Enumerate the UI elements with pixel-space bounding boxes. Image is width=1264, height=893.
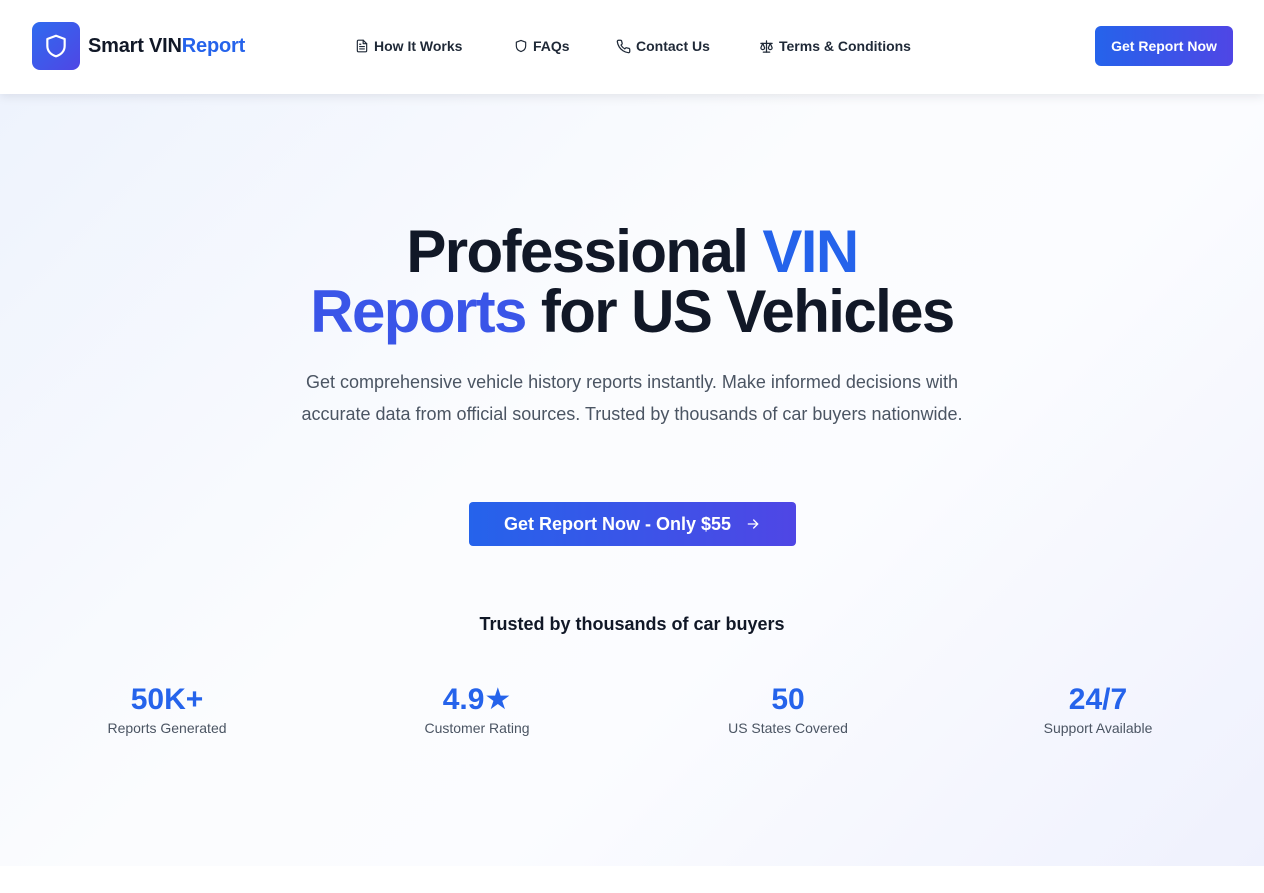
stat-support-available: 24/7 Support Available (978, 684, 1218, 738)
hero-headline: Professional VIN Reports for US Vehicles (0, 222, 1264, 342)
logo-text: Smart VINReport (88, 35, 245, 58)
stat-reports-generated: 50K+ Reports Generated (47, 684, 287, 738)
document-icon (356, 39, 368, 53)
arrow-right-icon (745, 516, 761, 532)
logo-link[interactable]: Smart VINReport (32, 22, 245, 70)
nav-faqs-label: FAQs (533, 38, 570, 54)
stat-label: Reports Generated (107, 720, 227, 736)
stat-label: Customer Rating (424, 720, 530, 736)
shield-icon (32, 22, 80, 70)
get-report-hero-button[interactable]: Get Report Now - Only $55 (469, 502, 796, 546)
hero-subtext: Get comprehensive vehicle history report… (301, 372, 963, 424)
scale-icon (760, 39, 773, 53)
stat-label: US States Covered (728, 720, 848, 736)
stat-label: Support Available (1043, 720, 1153, 736)
logo-text-part1: Smart VIN (88, 34, 182, 57)
stat-value: 50K+ (130, 683, 204, 716)
nav-how-it-works-label: How It Works (374, 38, 463, 54)
stat-value: 50 (771, 683, 805, 716)
nav-how-it-works[interactable]: How It Works (355, 36, 462, 56)
trusted-heading: Trusted by thousands of car buyers (479, 614, 785, 634)
stat-us-states-covered: 50 US States Covered (668, 684, 908, 738)
get-report-header-button[interactable]: Get Report Now (1095, 26, 1233, 66)
phone-icon (616, 39, 631, 53)
nav-terms-conditions[interactable]: Terms & Conditions (759, 36, 911, 56)
headline-part2: VIN (762, 218, 859, 285)
logo-text-part2: Report (181, 34, 246, 57)
headline-part1: Professional (406, 218, 763, 285)
headline-part4: for US Vehicles (525, 278, 955, 345)
hero-cta-label: Get Report Now - Only $55 (503, 513, 732, 534)
nav-contact-us-label: Contact Us (636, 38, 710, 54)
shield-icon (515, 39, 527, 53)
nav-faqs[interactable]: FAQs (514, 36, 570, 56)
headline-part3: Reports (310, 278, 527, 345)
stat-value: 24/7 (1068, 683, 1128, 716)
nav-terms-conditions-label: Terms & Conditions (779, 38, 911, 54)
hero-section (0, 94, 1264, 866)
stat-value: 4.9★ (442, 683, 512, 716)
nav-contact-us[interactable]: Contact Us (616, 36, 710, 56)
site-header: Smart VINReport How It Works FAQs Contac… (0, 0, 1264, 94)
stat-customer-rating: 4.9★ Customer Rating (357, 684, 597, 738)
